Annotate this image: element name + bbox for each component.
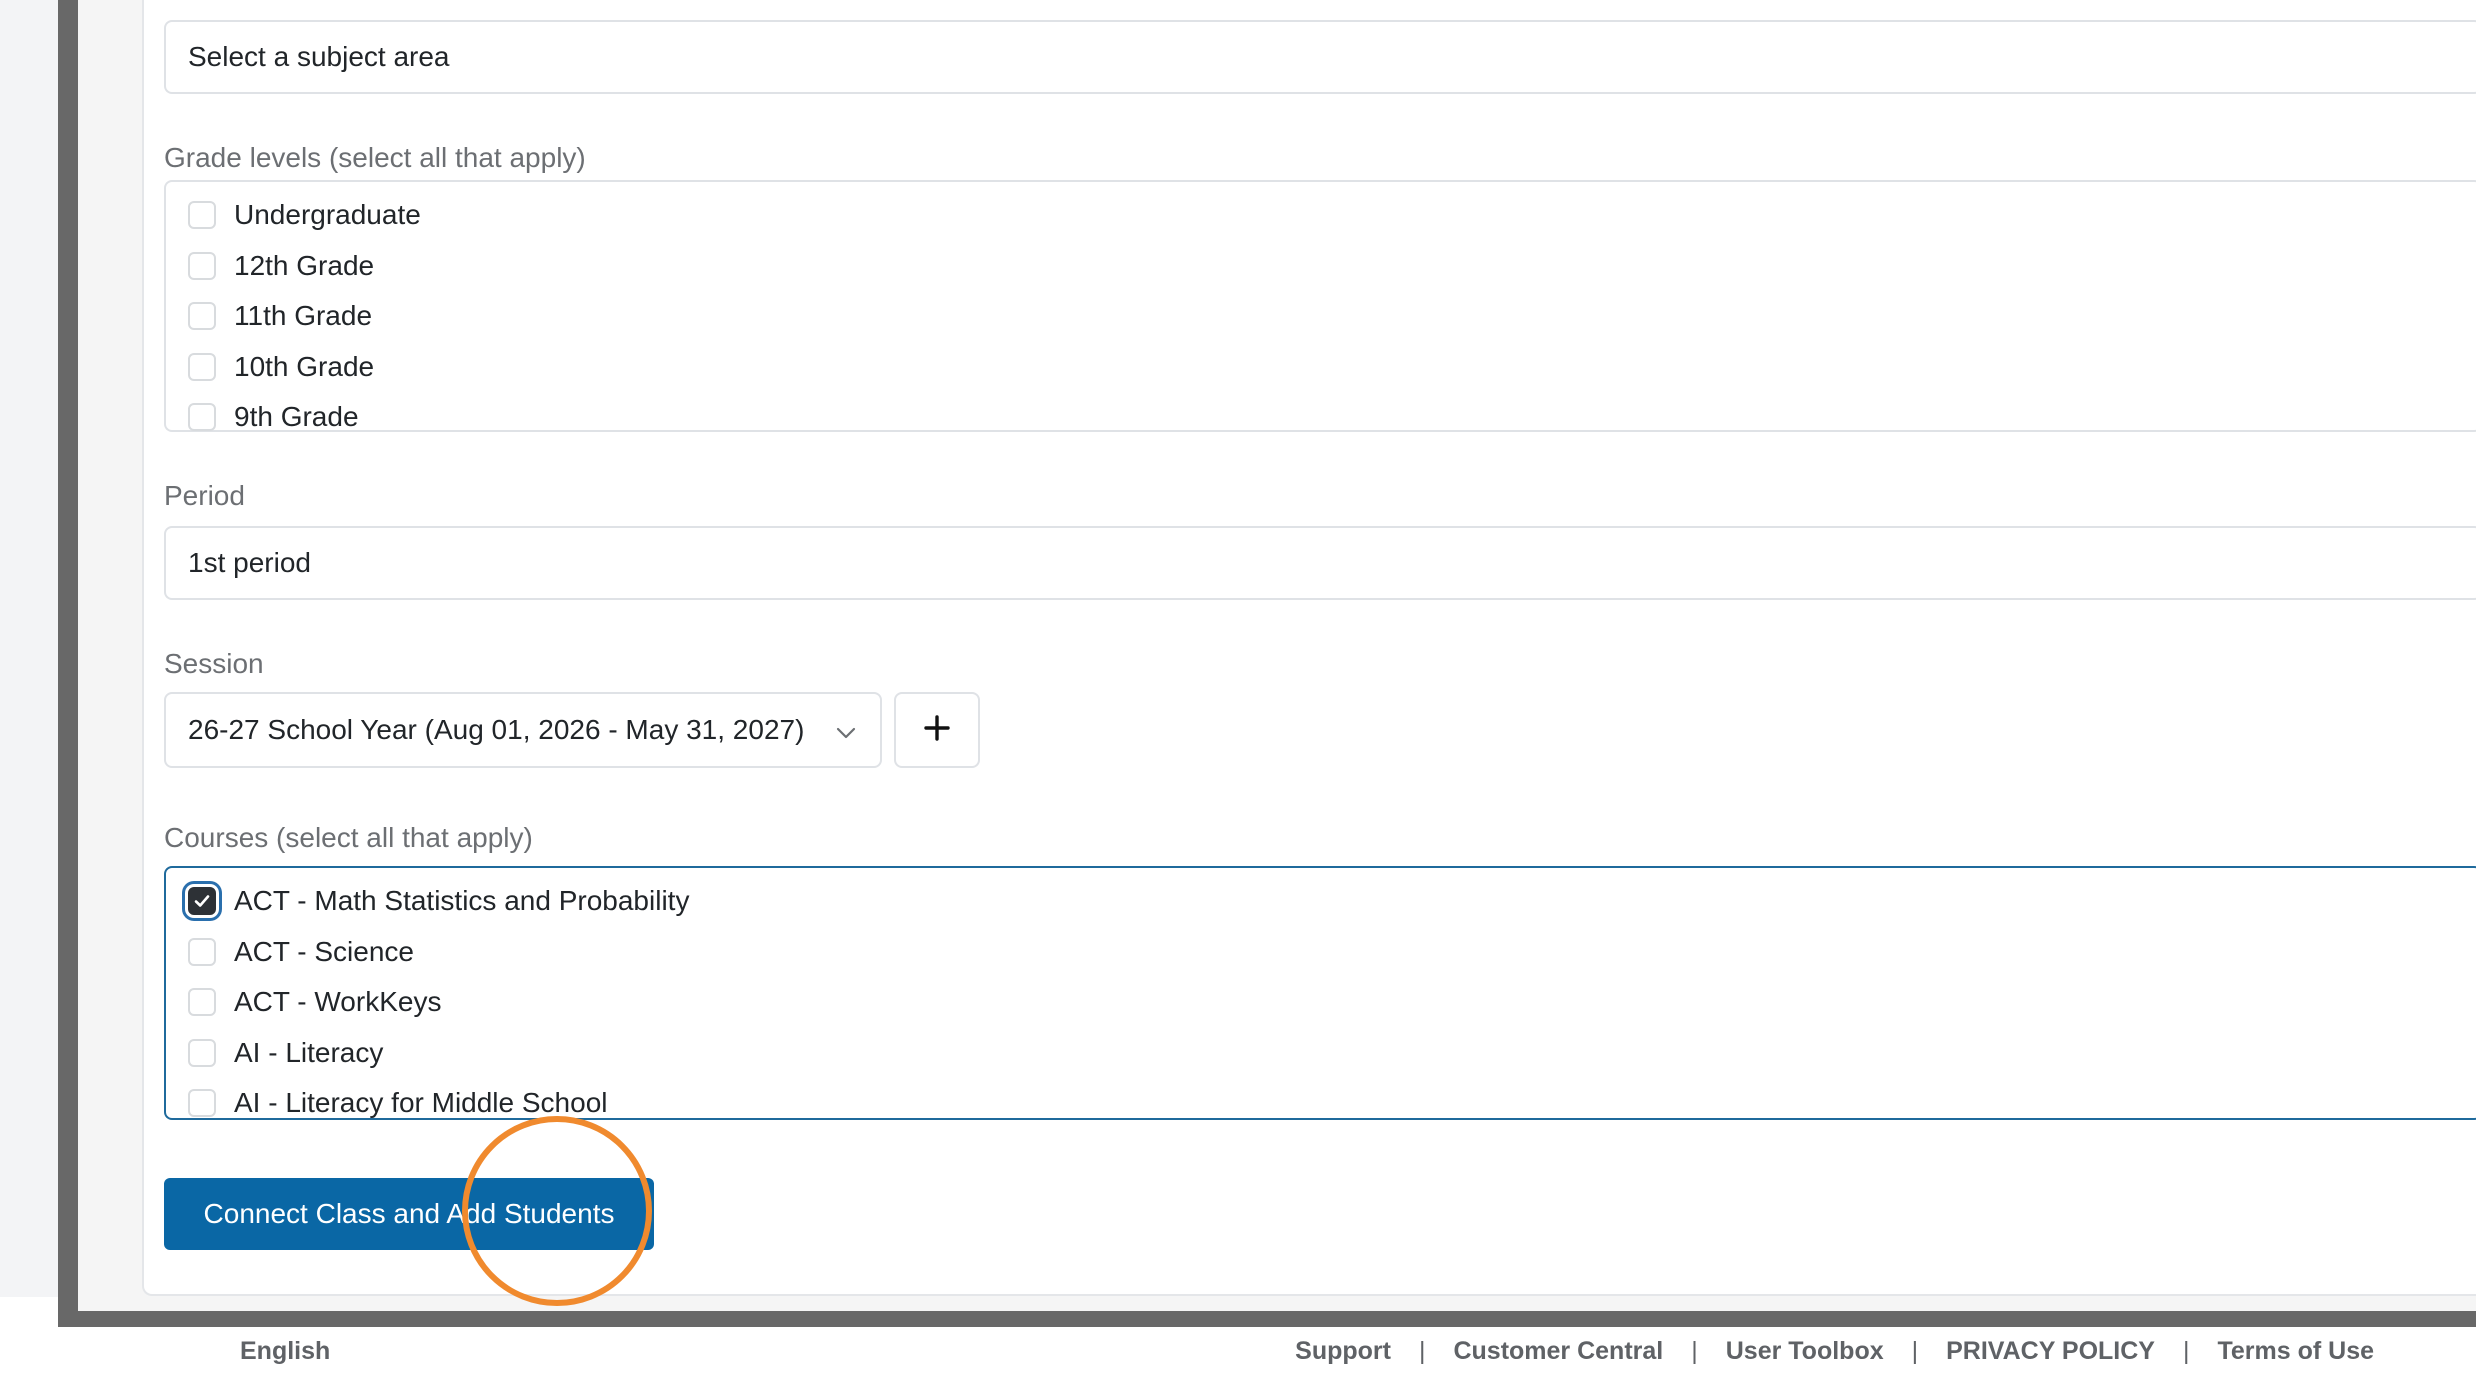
period-input[interactable]: 1st period: [164, 526, 2476, 600]
checkbox[interactable]: [188, 988, 216, 1017]
session-label: Session: [164, 648, 264, 679]
courses-label: Courses (select all that apply): [164, 822, 533, 853]
footer-separator: |: [1911, 1337, 1919, 1365]
footer-link-privacy-policy[interactable]: PRIVACY POLICY: [1946, 1337, 2155, 1366]
grade-option-11th[interactable]: 11th Grade: [166, 291, 2476, 342]
course-option-label: AI - Literacy for Middle School: [234, 1087, 608, 1119]
checkbox[interactable]: [188, 352, 216, 381]
footer-separator: |: [2182, 1337, 2190, 1365]
footer-link-support[interactable]: Support: [1295, 1337, 1391, 1366]
grade-option-9th[interactable]: 9th Grade: [166, 392, 2476, 443]
check-icon: [194, 895, 210, 908]
grade-option-12th[interactable]: 12th Grade: [166, 241, 2476, 292]
plus-icon: [923, 714, 951, 747]
period-value: 1st period: [188, 547, 311, 578]
footer-link-customer-central[interactable]: Customer Central: [1453, 1337, 1663, 1366]
footer-link-user-toolbox[interactable]: User Toolbox: [1726, 1337, 1884, 1366]
footer-separator: |: [1691, 1337, 1698, 1365]
grade-option-label: 12th Grade: [234, 249, 375, 281]
checkbox[interactable]: [188, 1038, 216, 1067]
grade-option-label: 10th Grade: [234, 350, 375, 382]
grade-option-undergraduate[interactable]: Undergraduate: [166, 190, 2476, 241]
course-option-label: ACT - Math Statistics and Probability: [234, 885, 690, 917]
checkbox-checked[interactable]: [188, 887, 216, 916]
grade-option-label: 11th Grade: [234, 300, 373, 332]
course-option-label: AI - Literacy: [234, 1036, 384, 1068]
chevron-down-icon: [834, 720, 858, 752]
course-option-label: ACT - Science: [234, 935, 414, 967]
checkbox[interactable]: [188, 1089, 216, 1118]
checkbox[interactable]: [188, 937, 216, 966]
course-option-label: ACT - WorkKeys: [234, 986, 442, 1018]
footer: English Support | Customer Central | Use…: [0, 1327, 2476, 1385]
course-option-ai-literacy-ms[interactable]: AI - Literacy for Middle School: [166, 1078, 2476, 1129]
footer-link-terms-of-use[interactable]: Terms of Use: [2217, 1337, 2374, 1366]
grade-option-label: 9th Grade: [234, 401, 359, 433]
subject-area-value: Select a subject area: [188, 41, 450, 72]
course-option-act-workkeys[interactable]: ACT - WorkKeys: [166, 977, 2476, 1028]
grade-levels-label: Grade levels (select all that apply): [164, 142, 586, 173]
language-selector[interactable]: English: [240, 1337, 330, 1366]
checkbox[interactable]: [188, 302, 216, 331]
page-background-strip: [0, 0, 58, 1297]
checkbox[interactable]: [188, 251, 216, 280]
connect-class-button-label: Connect Class and Add Students: [203, 1198, 615, 1229]
session-value: 26-27 School Year (Aug 01, 2026 - May 31…: [188, 714, 805, 745]
grade-option-10th[interactable]: 10th Grade: [166, 342, 2476, 393]
add-session-button[interactable]: [894, 692, 980, 768]
subject-area-select[interactable]: Select a subject area: [164, 20, 2476, 94]
grade-levels-list[interactable]: Undergraduate 12th Grade 11th Grade 10th…: [164, 180, 2476, 432]
course-option-ai-literacy[interactable]: AI - Literacy: [166, 1028, 2476, 1079]
footer-separator: |: [1418, 1337, 1426, 1365]
course-option-act-math[interactable]: ACT - Math Statistics and Probability: [166, 876, 2476, 927]
session-select[interactable]: 26-27 School Year (Aug 01, 2026 - May 31…: [164, 692, 882, 768]
connect-class-button[interactable]: Connect Class and Add Students: [164, 1178, 654, 1250]
checkbox[interactable]: [188, 201, 216, 230]
checkbox[interactable]: [188, 403, 216, 432]
courses-list[interactable]: ACT - Math Statistics and Probability AC…: [164, 866, 2476, 1120]
grade-option-label: Undergraduate: [234, 199, 421, 231]
footer-links: Support | Customer Central | User Toolbo…: [1295, 1337, 2374, 1366]
course-option-act-science[interactable]: ACT - Science: [166, 927, 2476, 978]
period-label: Period: [164, 480, 245, 511]
